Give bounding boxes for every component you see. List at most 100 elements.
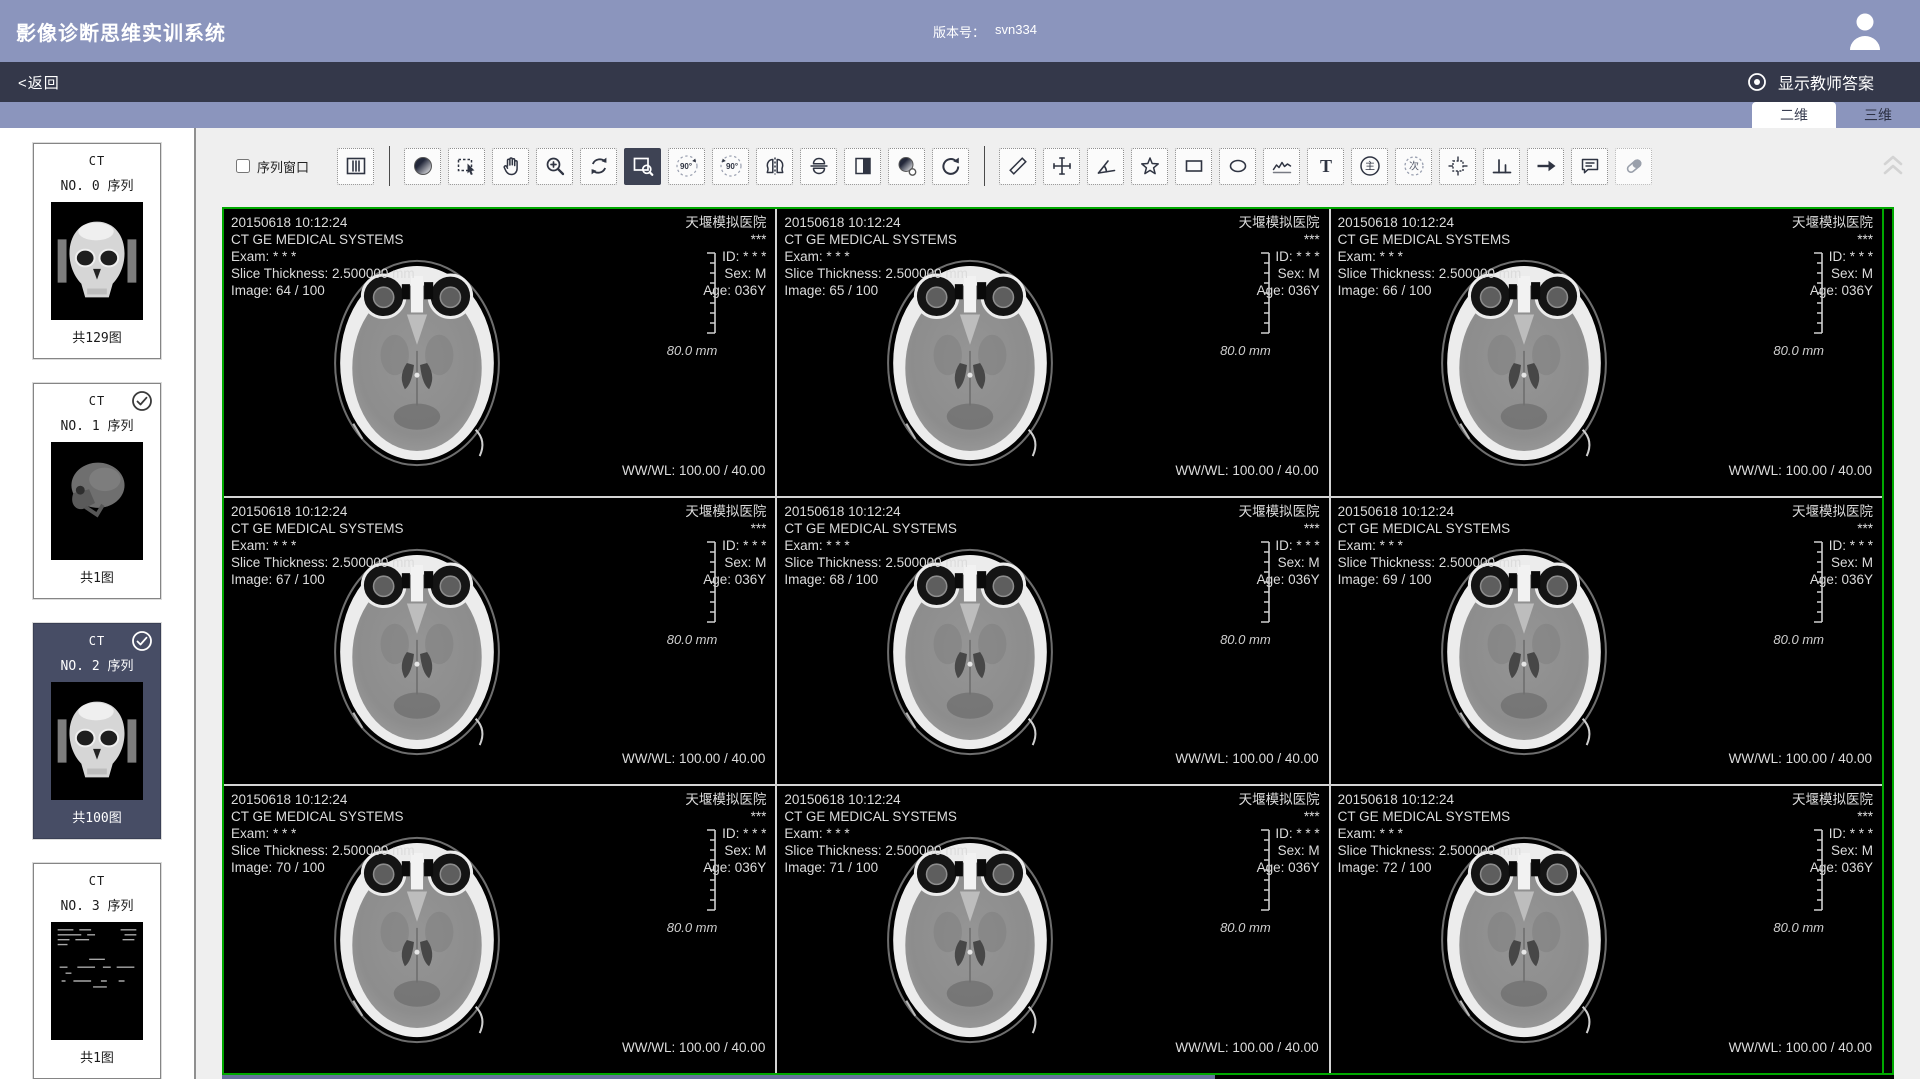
ct-viewport-cell[interactable]: 20150618 10:12:24 CT GE MEDICAL SYSTEMS …: [777, 209, 1328, 496]
scale-ruler: 80.0 mm: [1220, 540, 1273, 647]
app-title: 影像诊断思维实训系统: [16, 17, 226, 46]
series-card[interactable]: CT NO. 0 序列 共129图: [33, 143, 161, 359]
series-name: NO. 1 序列: [34, 415, 160, 434]
arrow-tool-button[interactable]: [1527, 148, 1564, 185]
ct-viewport-cell[interactable]: 20150618 10:12:24 CT GE MEDICAL SYSTEMS …: [777, 498, 1328, 785]
ct-viewport-cell[interactable]: 20150618 10:12:24 CT GE MEDICAL SYSTEMS …: [1331, 786, 1882, 1073]
series-thumbnail: [51, 442, 143, 560]
ruler-length-label: 80.0 mm: [1220, 343, 1271, 358]
box-locator-button[interactable]: [1439, 148, 1476, 185]
region-zoom-button[interactable]: [624, 148, 661, 185]
ct-axial-image: [879, 822, 1061, 1054]
comment-tool-button[interactable]: [1571, 148, 1608, 185]
reset-button[interactable]: [932, 148, 969, 185]
ct-viewport-cell[interactable]: 20150618 10:12:24 CT GE MEDICAL SYSTEMS …: [224, 786, 775, 1073]
eye-icon: [1745, 72, 1769, 92]
text-tool-button[interactable]: T: [1307, 148, 1344, 185]
cell-overlay-topright: 天堰模拟医院 *** ID: * * * Sex: M Age: 036Y: [1792, 503, 1873, 588]
ct-viewport-cell[interactable]: 20150618 10:12:24 CT GE MEDICAL SYSTEMS …: [224, 209, 775, 496]
back-button[interactable]: <返回: [18, 72, 60, 93]
ct-viewport-cell[interactable]: 20150618 10:12:24 CT GE MEDICAL SYSTEMS …: [777, 786, 1328, 1073]
text-tool-icon: T: [1314, 154, 1338, 178]
check-badge: [131, 390, 153, 416]
rotate-button[interactable]: [580, 148, 617, 185]
user-icon: [1848, 11, 1882, 51]
window-level-button[interactable]: [404, 148, 441, 185]
secondary-label-button[interactable]: 次: [1395, 148, 1432, 185]
collapse-toolbar-button[interactable]: [1880, 154, 1906, 181]
user-avatar[interactable]: [1848, 11, 1882, 56]
series-card[interactable]: CT NO. 1 序列 共1图: [33, 383, 161, 599]
ruler-ticks-icon: [1810, 540, 1826, 624]
series-sidebar: CT NO. 0 序列 共129图 CT NO. 1 序列 共1图 CT NO.…: [0, 128, 196, 1079]
flip-vertical-button[interactable]: [800, 148, 837, 185]
scale-ruler: 80.0 mm: [667, 251, 720, 358]
viewer-grid: 20150618 10:12:24 CT GE MEDICAL SYSTEMS …: [224, 209, 1882, 1073]
eraser-tool-button[interactable]: [1615, 148, 1652, 185]
tab-2d[interactable]: 二维: [1752, 102, 1836, 128]
chevron-up-icon: [1880, 154, 1906, 176]
series-modality: CT: [34, 154, 160, 168]
cell-overlay-topright: 天堰模拟医院 *** ID: * * * Sex: M Age: 036Y: [1792, 214, 1873, 299]
star-tool-button[interactable]: [1131, 148, 1168, 185]
series-card[interactable]: CT NO. 3 序列 共1图: [33, 863, 161, 1079]
series-card[interactable]: CT NO. 2 序列 共100图: [33, 623, 161, 839]
window-level-label: WW/WL: 100.00 / 40.00: [1729, 1040, 1872, 1055]
angle-tool-button[interactable]: [1087, 148, 1124, 185]
cell-overlay-topright: 天堰模拟医院 *** ID: * * * Sex: M Age: 036Y: [1239, 791, 1320, 876]
flip-vertical-icon: [807, 154, 831, 178]
scale-ruler: 80.0 mm: [1220, 251, 1273, 358]
viewer-main: 序列窗口: [196, 128, 1920, 1079]
arrow-icon: [1534, 154, 1558, 178]
series-image-count: 共1图: [34, 1047, 160, 1066]
rotate-ccw-90-button[interactable]: 90°: [668, 148, 705, 185]
select-tool-button[interactable]: [448, 148, 485, 185]
rotate-icon: [587, 154, 611, 178]
rectangle-roi-icon: [1182, 154, 1206, 178]
region-zoom-icon: [631, 154, 655, 178]
window-level-icon: [411, 154, 435, 178]
horizontal-scrollbar-thumb[interactable]: [222, 1075, 1215, 1079]
pan-tool-button[interactable]: [492, 148, 529, 185]
ct-viewport-cell[interactable]: 20150618 10:12:24 CT GE MEDICAL SYSTEMS …: [1331, 498, 1882, 785]
ruler-tool-button[interactable]: [999, 148, 1036, 185]
eraser-icon: [1622, 154, 1646, 178]
series-window-checkbox[interactable]: [236, 159, 250, 173]
ct-axial-image: [1433, 245, 1615, 477]
angle-icon: [1094, 154, 1118, 178]
flip-horizontal-button[interactable]: [756, 148, 793, 185]
curve-tool-button[interactable]: [1263, 148, 1300, 185]
horizontal-scrollbar[interactable]: [222, 1075, 1894, 1079]
ellipse-roi-button[interactable]: [1219, 148, 1256, 185]
ruler-length-label: 80.0 mm: [667, 920, 718, 935]
invert-button[interactable]: [844, 148, 881, 185]
perpendicular-tool-button[interactable]: [1483, 148, 1520, 185]
ct-axial-image: [326, 245, 508, 477]
show-teacher-answer-button[interactable]: 显示教师答案: [1745, 70, 1874, 94]
series-thumbnail: [51, 682, 143, 800]
ct-viewport-cell[interactable]: 20150618 10:12:24 CT GE MEDICAL SYSTEMS …: [224, 498, 775, 785]
series-list: CT NO. 0 序列 共129图 CT NO. 1 序列 共1图 CT NO.…: [0, 143, 194, 1079]
crosshair-tool-button[interactable]: [1043, 148, 1080, 185]
pseudo-color-button[interactable]: [888, 148, 925, 185]
content: CT NO. 0 序列 共129图 CT NO. 1 序列 共1图 CT NO.…: [0, 128, 1920, 1079]
rotate-ccw-90-icon: 90°: [674, 153, 700, 179]
ellipse-roi-icon: [1226, 154, 1250, 178]
rectangle-roi-button[interactable]: [1175, 148, 1212, 185]
tab-3d[interactable]: 三维: [1836, 102, 1920, 128]
series-layout-button[interactable]: [337, 148, 374, 185]
series-window-option: 序列窗口: [236, 157, 309, 176]
window-level-label: WW/WL: 100.00 / 40.00: [1175, 751, 1318, 766]
reset-icon: [939, 154, 963, 178]
rotate-cw-90-button[interactable]: 90°: [712, 148, 749, 185]
cell-overlay-topright: 天堰模拟医院 *** ID: * * * Sex: M Age: 036Y: [685, 503, 766, 588]
check-badge: [131, 630, 153, 656]
zoom-in-button[interactable]: [536, 148, 573, 185]
ct-viewport-cell[interactable]: 20150618 10:12:24 CT GE MEDICAL SYSTEMS …: [1331, 209, 1882, 496]
checkmark-icon: [131, 390, 153, 412]
viewport-scrollbar[interactable]: [1882, 209, 1892, 1073]
version-label: 版本号：: [933, 22, 985, 41]
svg-text:次: 次: [1409, 160, 1419, 173]
main-label-button[interactable]: 主: [1351, 148, 1388, 185]
show-teacher-answer-label: 显示教师答案: [1778, 70, 1874, 94]
